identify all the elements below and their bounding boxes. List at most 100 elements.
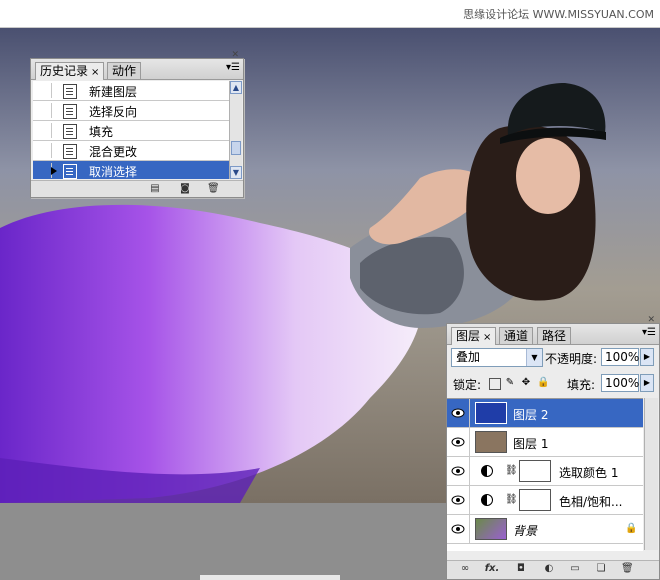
new-adjustment-layer-icon[interactable]: ◐	[543, 563, 555, 574]
link-chain-icon: ⛓	[505, 494, 518, 505]
adjustment-layer-icon	[481, 465, 493, 477]
lock-position-move-icon[interactable]: ✥	[521, 378, 531, 388]
panel-close-icon[interactable]: ✕	[231, 50, 239, 60]
tab-channels[interactable]: 通道	[499, 327, 534, 344]
fill-input[interactable]: 100%	[601, 374, 639, 392]
tab-layers-label: 图层	[456, 329, 481, 343]
opacity-arrow-icon[interactable]: ▶	[640, 348, 654, 366]
layer-list: 图层 2 图层 1 ⛓ 选取颜色 1 ⛓ 色相/饱和... 背景 🔒	[447, 398, 643, 551]
trash-icon[interactable]: 🗑	[621, 563, 634, 574]
history-item[interactable]: 新建图层	[33, 81, 229, 101]
history-step-icon	[63, 144, 77, 159]
scroll-thumb[interactable]	[231, 141, 241, 155]
chevron-down-icon[interactable]: ▼	[526, 349, 542, 366]
layer-row-selective-color[interactable]: ⛓ 选取颜色 1	[447, 457, 643, 486]
lock-all-icon[interactable]: 🔒	[537, 378, 549, 388]
tab-actions[interactable]: 动作	[107, 62, 142, 79]
layers-panel: ✕ 图层 × 通道 路径 ▾☰ 叠加 ▼ 不透明度: 100% ▶ 锁定: ✎ ✥…	[446, 315, 660, 580]
history-state-marker-icon	[51, 167, 57, 175]
eye-icon	[451, 466, 465, 476]
layer-mask-thumbnail[interactable]	[519, 460, 551, 482]
link-layers-icon[interactable]: ∞	[459, 563, 471, 574]
trash-icon[interactable]: 🗑	[207, 183, 220, 194]
tab-close-icon[interactable]: ×	[91, 67, 99, 78]
layer-row-hue-saturation[interactable]: ⛓ 色相/饱和...	[447, 486, 643, 515]
eye-icon	[451, 495, 465, 505]
history-list: 新建图层 选择反向 填充 混合更改 取消选择	[33, 81, 229, 179]
layer-name: 色相/饱和...	[559, 495, 623, 509]
layer-mask-thumbnail[interactable]	[519, 489, 551, 511]
watermark: 思缘设计论坛 WWW.MISSYUAN.COM	[463, 8, 654, 21]
tab-paths-label: 路径	[542, 329, 567, 343]
layer-thumbnail	[475, 402, 507, 424]
layers-panel-header: ✕ 图层 × 通道 路径 ▾☰	[447, 315, 659, 345]
lock-label: 锁定:	[453, 378, 482, 392]
snapshot-camera-icon[interactable]: ◙	[179, 183, 191, 194]
history-step-icon	[63, 104, 77, 119]
layer-name: 图层 1	[513, 437, 549, 451]
history-source-checkbox[interactable]	[35, 83, 52, 98]
history-item[interactable]: 混合更改	[33, 141, 229, 161]
history-step-icon	[63, 124, 77, 139]
lock-fill-row: 锁定: ✎ ✥ 🔒 填充: 100% ▶	[447, 372, 659, 396]
tab-history[interactable]: 历史记录 ×	[35, 62, 105, 80]
add-mask-icon[interactable]: ◘	[515, 563, 527, 574]
history-item-selected[interactable]: 取消选择	[33, 161, 229, 179]
history-item[interactable]: 选择反向	[33, 101, 229, 121]
panel-menu-icon[interactable]: ▾☰	[642, 327, 656, 338]
adjustment-layer-icon	[481, 494, 493, 506]
history-scrollbar[interactable]: ▲ ▼	[229, 81, 242, 179]
blend-mode-value: 叠加	[456, 350, 481, 364]
history-step-icon	[63, 84, 77, 99]
layer-row-layer-2[interactable]: 图层 2	[447, 399, 643, 428]
new-layer-icon[interactable]: ❏	[595, 563, 607, 574]
fill-label: 填充:	[567, 378, 596, 392]
link-chain-icon: ⛓	[505, 465, 518, 476]
eye-icon	[451, 437, 465, 447]
top-bar: 思缘设计论坛 WWW.MISSYUAN.COM	[0, 0, 660, 28]
opacity-label: 不透明度:	[545, 352, 598, 366]
history-item-label: 选择反向	[89, 105, 138, 119]
eye-icon	[451, 408, 465, 418]
new-document-from-state-icon[interactable]: ▤	[149, 183, 161, 194]
eye-icon	[451, 524, 465, 534]
tab-paths[interactable]: 路径	[537, 327, 572, 344]
layer-name: 选取颜色 1	[559, 466, 619, 480]
visibility-toggle[interactable]	[447, 399, 470, 427]
history-source-checkbox[interactable]	[35, 143, 52, 158]
history-source-checkbox[interactable]	[35, 163, 52, 178]
history-item-label: 填充	[89, 125, 114, 139]
blend-mode-select[interactable]: 叠加 ▼	[451, 348, 543, 367]
visibility-toggle[interactable]	[447, 457, 470, 485]
scroll-down-icon[interactable]: ▼	[230, 166, 242, 179]
layer-name: 图层 2	[513, 408, 549, 422]
fill-arrow-icon[interactable]: ▶	[640, 374, 654, 392]
panel-menu-icon[interactable]: ▾☰	[226, 62, 240, 73]
tab-history-label: 历史记录	[40, 64, 89, 78]
layer-thumbnail	[475, 431, 507, 453]
history-source-checkbox[interactable]	[35, 123, 52, 138]
panel-close-icon[interactable]: ✕	[647, 315, 655, 325]
tab-layers[interactable]: 图层 ×	[451, 327, 497, 345]
new-group-folder-icon[interactable]: ▭	[569, 563, 581, 574]
status-strip	[200, 575, 340, 580]
opacity-input[interactable]: 100%	[601, 348, 639, 366]
visibility-toggle[interactable]	[447, 428, 470, 456]
history-item[interactable]: 填充	[33, 121, 229, 141]
history-panel-header: ✕ 历史记录 × 动作 ▾☰	[31, 50, 243, 80]
visibility-toggle[interactable]	[447, 515, 470, 543]
layer-row-layer-1[interactable]: 图层 1	[447, 428, 643, 457]
lock-transparent-pixels-icon[interactable]	[489, 378, 501, 390]
lock-image-pixels-brush-icon[interactable]: ✎	[505, 378, 515, 388]
history-item-label: 取消选择	[89, 165, 138, 179]
tab-close-icon[interactable]: ×	[483, 332, 491, 343]
layer-row-background[interactable]: 背景 🔒	[447, 515, 643, 544]
history-source-checkbox[interactable]	[35, 103, 52, 118]
visibility-toggle[interactable]	[447, 486, 470, 514]
layer-style-fx-icon[interactable]: fx.	[483, 563, 501, 574]
history-step-icon	[63, 164, 77, 179]
tab-actions-label: 动作	[112, 64, 137, 78]
scroll-up-icon[interactable]: ▲	[230, 81, 242, 94]
history-panel: ✕ 历史记录 × 动作 ▾☰ 新建图层 选择反向 填充 混合更改 取消选择 ▲ …	[30, 50, 244, 198]
layers-scrollbar[interactable]	[644, 398, 658, 550]
